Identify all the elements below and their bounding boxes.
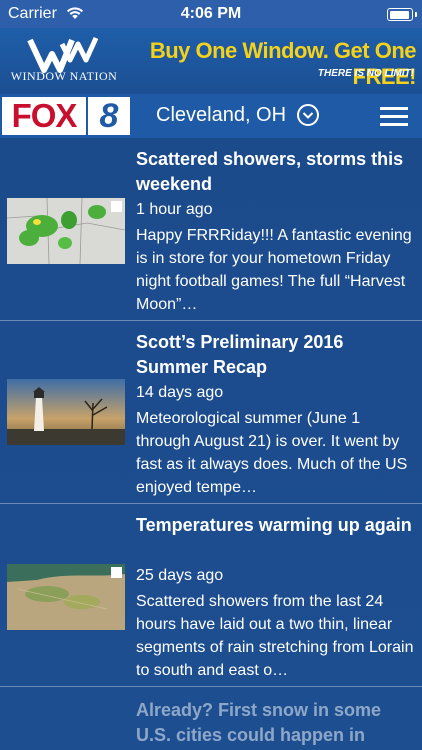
fox-logo-number: 8 bbox=[88, 97, 130, 135]
article-age: 25 days ago bbox=[136, 567, 224, 584]
chevron-down-icon[interactable] bbox=[297, 104, 319, 126]
article-summary: Meteorological summer (June 1 through Au… bbox=[136, 410, 408, 496]
battery-icon bbox=[387, 8, 417, 21]
article-summary: Scattered showers from the last 24 hours… bbox=[136, 593, 414, 679]
article-title[interactable]: Temperatures warming up again bbox=[136, 513, 416, 538]
fox-logo-text: FOX bbox=[2, 97, 86, 135]
list-item[interactable]: Temperatures warming up again 25 days ag… bbox=[0, 504, 422, 687]
lighthouse-photo-thumbnail bbox=[7, 379, 125, 445]
ad-headline: Buy One Window. Get One FREE! bbox=[149, 38, 417, 89]
article-summary: Happy FRRRiday!!! A fantastic evening is… bbox=[136, 227, 412, 313]
nav-bar: FOX 8 Cleveland, OH bbox=[0, 94, 422, 138]
article-age: 14 days ago bbox=[136, 384, 224, 401]
article-list[interactable]: Scattered showers, storms this weekend 1… bbox=[0, 138, 422, 750]
article-title[interactable]: Scattered showers, storms this weekend bbox=[136, 147, 416, 197]
menu-icon[interactable] bbox=[380, 105, 410, 127]
ad-brand-name: WINDOW NATION bbox=[10, 69, 118, 83]
article-age: 1 hour ago bbox=[136, 201, 213, 218]
rainfall-map-thumbnail bbox=[7, 564, 125, 630]
next-article-title[interactable]: Already? First snow in some U.S. cities … bbox=[136, 698, 416, 748]
fox8-logo[interactable]: FOX 8 bbox=[2, 97, 132, 135]
article-title[interactable]: Scott’s Preliminary 2016 Summer Recap bbox=[136, 330, 416, 380]
list-item[interactable]: Scattered showers, storms this weekend 1… bbox=[0, 138, 422, 321]
ad-tagline: THERE IS NO LIMIT! bbox=[317, 68, 414, 79]
status-bar: Carrier 4:06 PM bbox=[0, 0, 422, 28]
clock: 4:06 PM bbox=[180, 5, 242, 22]
ad-banner[interactable]: WINDOW NATION Buy One Window. Get One FR… bbox=[0, 28, 422, 94]
radar-map-thumbnail bbox=[7, 198, 125, 264]
location-selector[interactable]: Cleveland, OH bbox=[156, 104, 286, 127]
list-item[interactable]: Scott’s Preliminary 2016 Summer Recap 14… bbox=[0, 321, 422, 504]
